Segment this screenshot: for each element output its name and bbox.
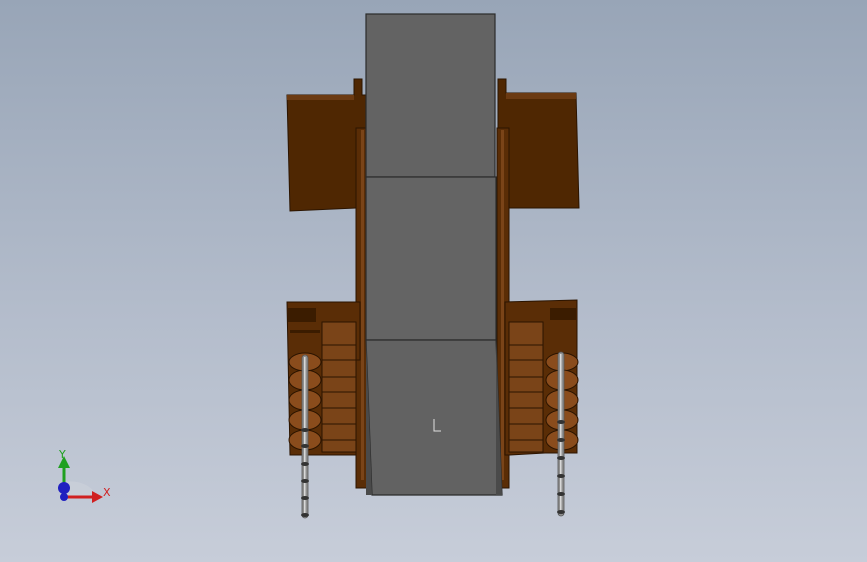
lower-right-pin-block — [504, 299, 579, 456]
left-pin — [301, 354, 309, 519]
core-block-top — [365, 13, 496, 178]
lower-left-pin-block — [286, 301, 361, 456]
graphics-viewport[interactable]: X Y — [0, 0, 867, 562]
right-pin — [557, 351, 565, 517]
x-axis-label: X — [103, 486, 111, 499]
ferrite-core — [365, 13, 503, 496]
y-axis-label: Y — [59, 448, 66, 461]
reference-triad[interactable] — [58, 456, 103, 503]
transformer-model[interactable] — [0, 0, 867, 562]
core-block-bottom — [365, 339, 503, 496]
core-block-middle — [365, 176, 497, 341]
